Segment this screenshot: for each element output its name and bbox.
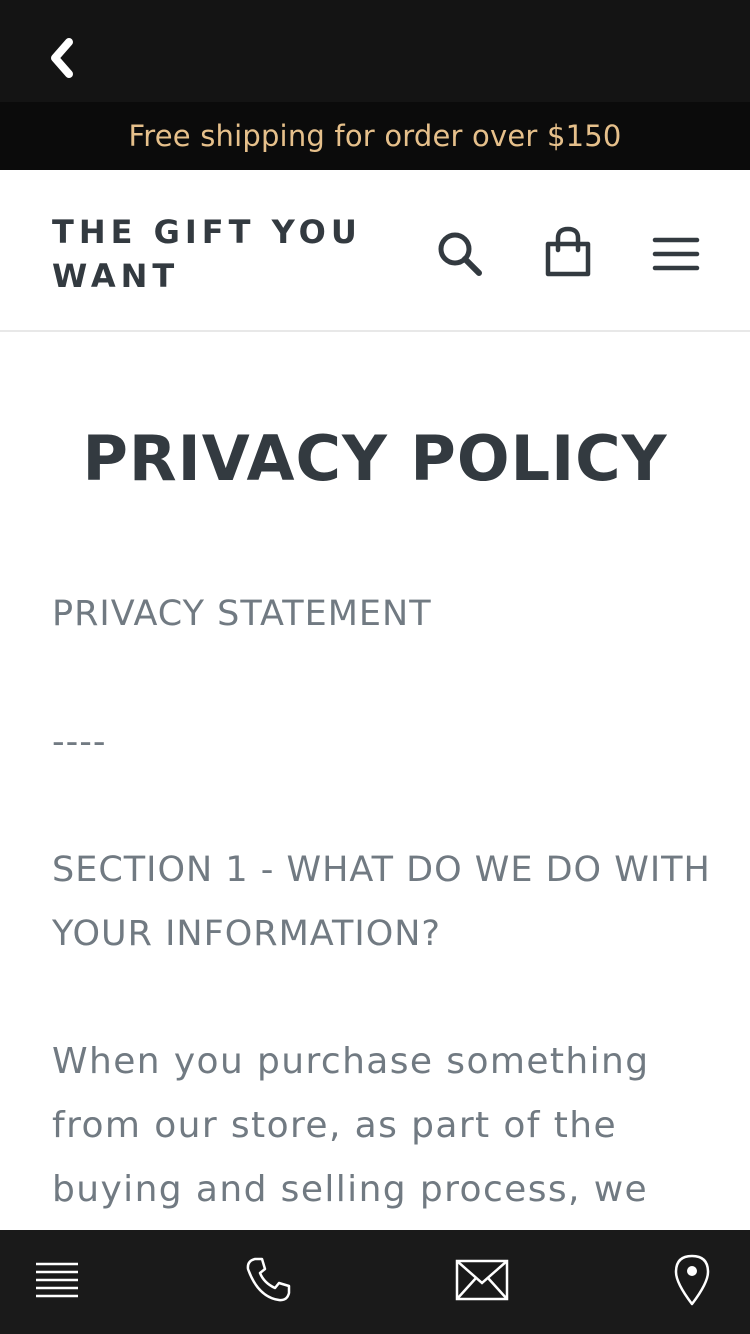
cart-button[interactable]	[538, 224, 598, 284]
main-content: PRIVACY POLICY PRIVACY STATEMENT ---- SE…	[0, 332, 750, 1230]
page-title: PRIVACY POLICY	[82, 422, 668, 495]
email-button[interactable]	[452, 1252, 512, 1312]
search-icon	[435, 229, 485, 284]
store-logo[interactable]: THE GIFT YOU WANT	[52, 210, 382, 298]
location-pin-icon	[672, 1253, 712, 1312]
phone-icon	[243, 1255, 293, 1310]
policy-section-heading: SECTION 1 - WHAT DO WE DO WITH YOUR INFO…	[52, 850, 711, 954]
announcement-text: Free shipping for order over $150	[128, 119, 622, 153]
policy-paragraph: PRIVACY STATEMENT	[52, 594, 432, 634]
page: Free shipping for order over $150 THE GI…	[0, 0, 750, 1334]
list-icon	[34, 1260, 80, 1305]
search-button[interactable]	[430, 226, 490, 286]
chevron-left-icon	[47, 37, 77, 83]
bottom-toolbar	[0, 1230, 750, 1334]
policy-body: PRIVACY STATEMENT ---- SECTION 1 - WHAT …	[52, 582, 712, 1230]
mail-icon	[455, 1259, 509, 1306]
menu-button[interactable]	[646, 226, 706, 286]
announcement-bar: Free shipping for order over $150	[0, 102, 750, 170]
hamburger-menu-icon	[652, 234, 700, 279]
call-button[interactable]	[238, 1252, 298, 1312]
site-header: THE GIFT YOU WANT	[0, 170, 750, 332]
policy-paragraph: ----	[52, 722, 107, 762]
location-button[interactable]	[662, 1252, 722, 1312]
policy-paragraph: When you purchase something from our sto…	[52, 1041, 650, 1210]
cart-icon	[543, 226, 593, 283]
bottom-menu-button[interactable]	[27, 1252, 87, 1312]
top-navigation-bar	[0, 0, 750, 102]
back-button[interactable]	[38, 36, 86, 84]
